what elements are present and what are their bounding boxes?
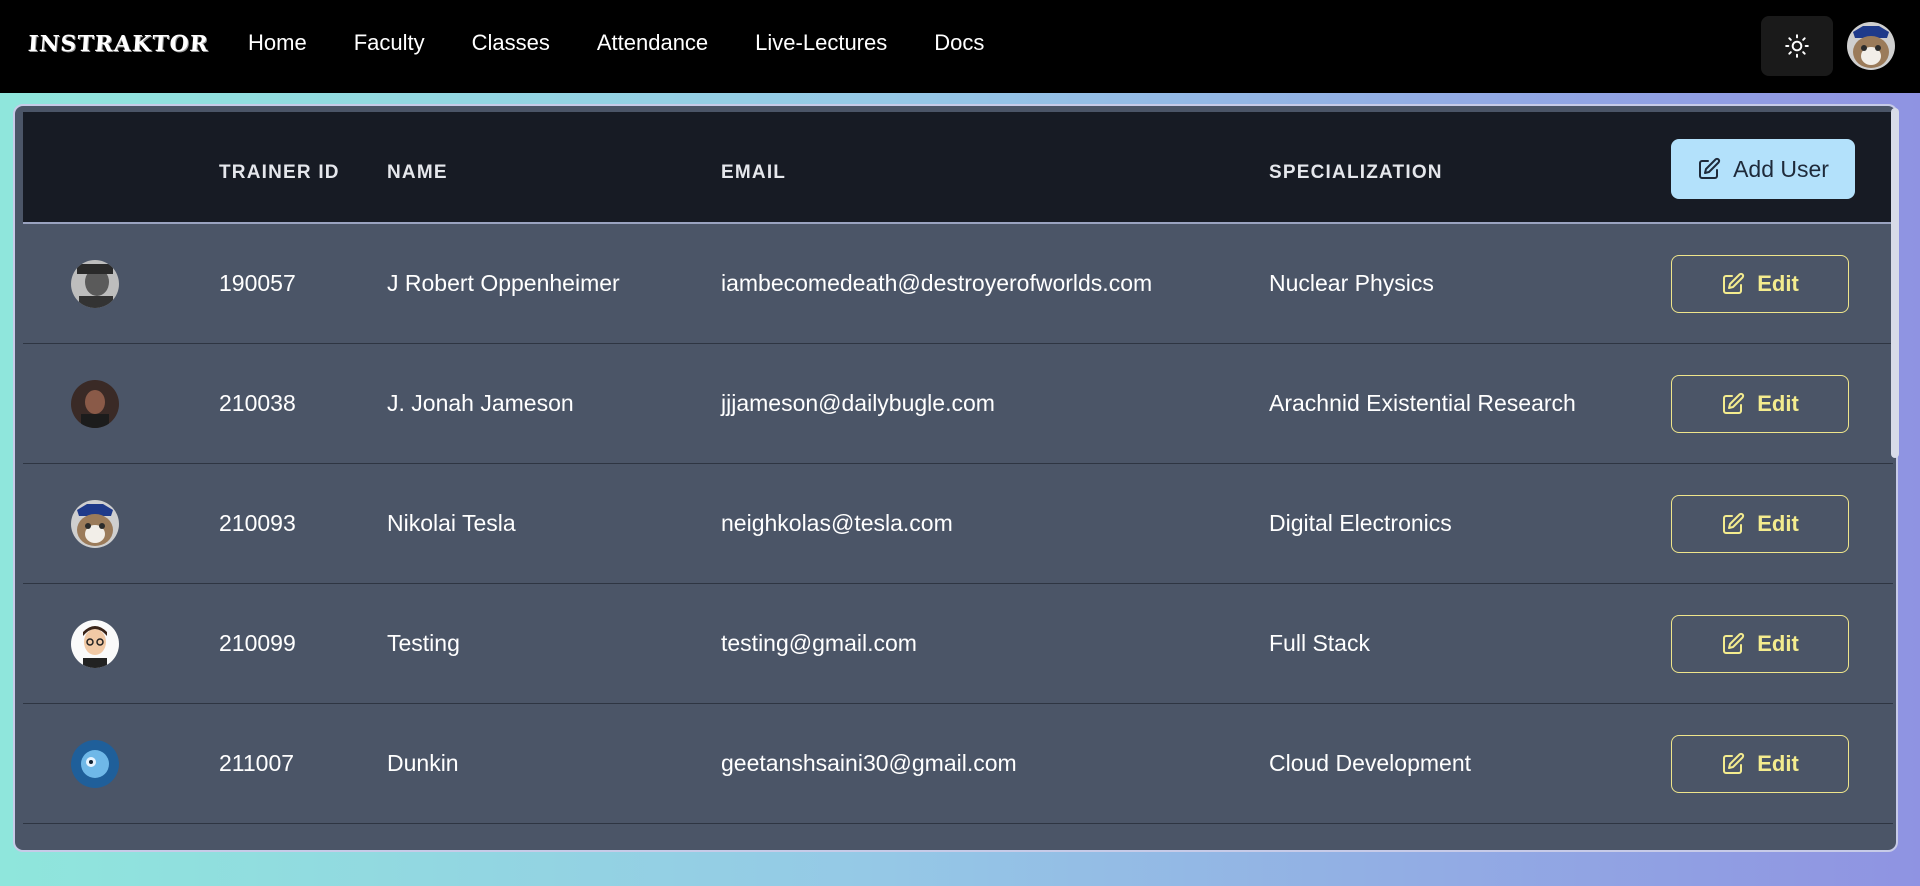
cell-specialization: Cloud Development [1269,750,1472,776]
edit-label: Edit [1757,751,1799,776]
cell-email: geetanshsaini30@gmail.com [721,750,1017,776]
nav-item-home[interactable]: Home [248,30,307,56]
header-specialization: SPECIALIZATION [1269,162,1443,183]
cell-trainer-id: 210093 [219,510,296,536]
edit-button[interactable]: Edit [1671,495,1849,553]
cell-trainer-id: 210099 [219,630,296,656]
edit-icon [1723,512,1745,534]
edit-label: Edit [1757,511,1799,536]
cell-email: iambecomedeath@destroyerofworlds.com [721,270,1153,296]
cell-name: Testing [387,630,460,656]
top-navbar: INSTRAKTOR Home Faculty Classes Attendan… [0,0,1920,93]
header-trainer-id: TRAINER ID [219,162,340,183]
cell-email: jjjameson@dailybugle.com [721,390,995,416]
cell-name: J. Jonah Jameson [387,390,574,416]
cell-specialization: Digital Electronics [1269,510,1452,536]
table-row: 210038 J. Jonah Jameson jjjameson@dailyb… [23,344,1893,464]
edit-icon [1723,632,1745,654]
add-user-button[interactable]: Add User [1671,139,1855,199]
avatar [71,380,119,428]
nav-item-live-lectures[interactable]: Live-Lectures [755,30,887,56]
cell-email: neighkolas@tesla.com [721,510,953,536]
cell-trainer-id: 211007 [219,750,295,776]
vertical-scrollbar[interactable] [1889,104,1901,852]
cell-specialization: Full Stack [1269,630,1370,656]
cell-name: J Robert Oppenheimer [387,270,620,296]
scrollbar-thumb[interactable] [1891,108,1899,458]
cell-specialization: Nuclear Physics [1269,270,1434,296]
edit-button[interactable]: Edit [1671,615,1849,673]
table-row: 210099 Testing testing@gmail.com Full St… [23,584,1893,704]
user-avatar[interactable] [1847,22,1895,70]
table-row: 210093 Nikolai Tesla neighkolas@tesla.co… [23,464,1893,584]
nav-item-classes[interactable]: Classes [472,30,550,56]
table-header: TRAINER ID NAME EMAIL SPECIALIZATION Add… [23,112,1893,224]
nav-item-docs[interactable]: Docs [934,30,984,56]
table-row: 190057 J Robert Oppenheimer iambecomedea… [23,224,1893,344]
avatar [71,620,119,668]
cell-email: testing@gmail.com [721,630,917,656]
edit-button[interactable]: Edit [1671,255,1849,313]
table-row: 211007 Dunkin geetanshsaini30@gmail.com … [23,704,1893,824]
edit-label: Edit [1757,391,1799,416]
edit-icon [1723,272,1745,294]
header-name: NAME [387,162,448,183]
nav-links: Home Faculty Classes Attendance Live-Lec… [248,30,1031,56]
sun-icon [1785,34,1809,58]
edit-icon [1723,392,1745,414]
edit-label: Edit [1757,271,1799,296]
nav-item-faculty[interactable]: Faculty [354,30,425,56]
faculty-table-panel: TRAINER ID NAME EMAIL SPECIALIZATION Add… [13,104,1898,852]
table-body: 190057 J Robert Oppenheimer iambecomedea… [23,224,1893,824]
add-user-label: Add User [1733,155,1829,182]
cell-name: Nikolai Tesla [387,510,516,536]
avatar [71,500,119,548]
cell-name: Dunkin [387,750,459,776]
cell-trainer-id: 190057 [219,270,296,296]
edit-button[interactable]: Edit [1671,735,1849,793]
cell-specialization: Arachnid Existential Research [1269,390,1576,416]
header-email: EMAIL [721,162,787,183]
nav-item-attendance[interactable]: Attendance [597,30,708,56]
edit-label: Edit [1757,631,1799,656]
edit-icon [1699,157,1721,179]
edit-button[interactable]: Edit [1671,375,1849,433]
edit-icon [1723,752,1745,774]
cell-trainer-id: 210038 [219,390,296,416]
avatar [71,260,119,308]
theme-toggle-button[interactable] [1761,16,1833,76]
app-logo[interactable]: INSTRAKTOR [27,31,210,57]
avatar [71,740,119,788]
